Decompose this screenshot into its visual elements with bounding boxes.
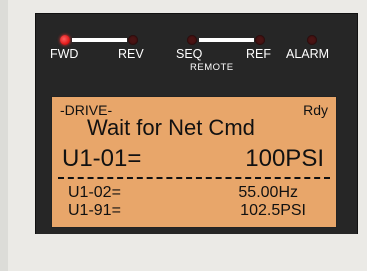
- alarm-led: [307, 35, 317, 45]
- seq-label: SEQ: [176, 47, 203, 61]
- lcd-row-value: 55.00Hz: [238, 184, 298, 201]
- lcd-screen: -DRIVE- Rdy Wait for Net Cmd U1-01= 100P…: [51, 96, 337, 228]
- lcd-status-label: Rdy: [303, 102, 328, 118]
- lcd-message: Wait for Net Cmd: [87, 115, 255, 140]
- seq-led: [187, 35, 197, 45]
- rev-led: [128, 35, 138, 45]
- ref-label: REF: [246, 47, 271, 61]
- fwd-led: [60, 35, 70, 45]
- alarm-label: ALARM: [286, 47, 330, 61]
- rev-label: REV: [118, 47, 144, 61]
- lcd-row-param: U1-91=: [68, 202, 121, 219]
- remote-label: REMOTE: [190, 62, 234, 73]
- window-border: [0, 0, 8, 271]
- fwd-label: FWD: [50, 47, 79, 61]
- ref-led: [255, 35, 265, 45]
- app-window: FWD REV SEQ REF ALARM REMOTE -DRIVE- Rdy…: [0, 0, 367, 271]
- fwd-rev-link-bar: [72, 38, 127, 42]
- seq-ref-link-bar: [199, 38, 254, 42]
- lcd-row-value: 102.5PSI: [240, 202, 306, 219]
- lcd-divider: [58, 177, 330, 179]
- lcd-row-param: U1-02=: [68, 184, 121, 201]
- lcd-primary-param: U1-01=: [62, 145, 142, 172]
- lcd-primary-value: 100PSI: [245, 145, 324, 172]
- bottom-blank-area: [8, 234, 367, 271]
